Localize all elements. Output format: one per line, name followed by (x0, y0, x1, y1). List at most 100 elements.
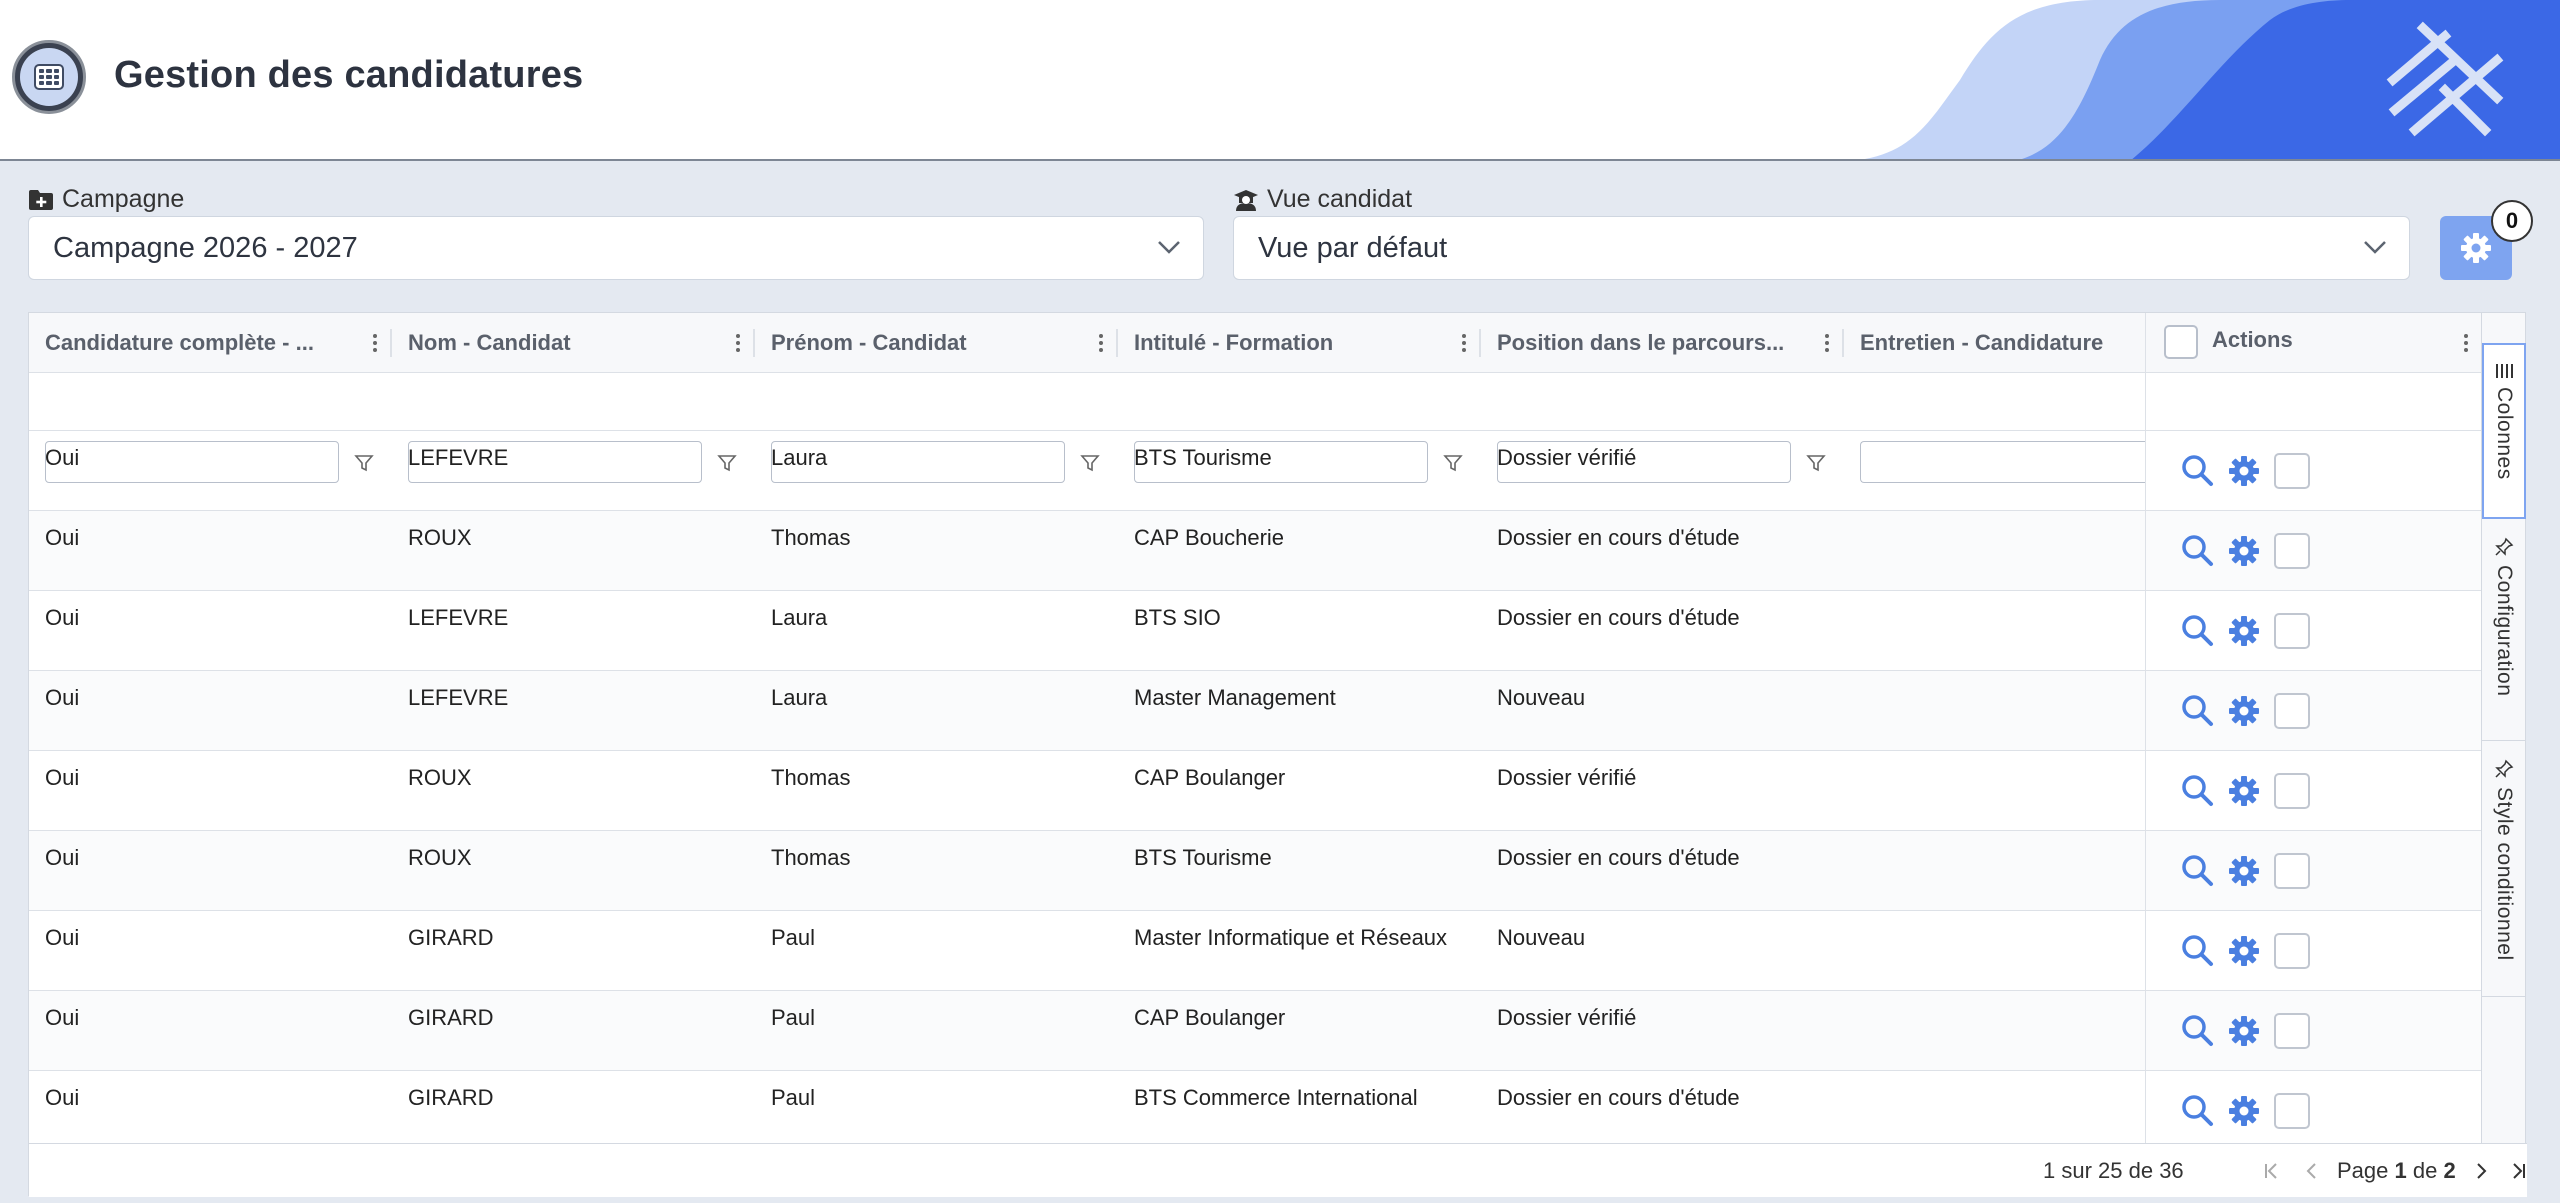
search-icon[interactable] (2180, 853, 2214, 887)
column-menu-icon[interactable] (735, 333, 741, 353)
cell-position: Dossier en cours d'étude (1497, 525, 1740, 550)
cell-complete: Oui (45, 845, 80, 870)
gear-icon[interactable] (2228, 775, 2260, 807)
gear-icon[interactable] (2228, 935, 2260, 967)
gear-icon[interactable] (2228, 855, 2260, 887)
select-all-checkbox[interactable] (2164, 325, 2198, 359)
search-icon[interactable] (2180, 773, 2214, 807)
table-row[interactable]: Oui GIRARD Paul BTS Commerce International D… (29, 1071, 2483, 1151)
view-label-text: Vue candidat (1267, 185, 1413, 213)
column-menu-icon[interactable] (1824, 333, 1830, 353)
search-icon[interactable] (2180, 1093, 2214, 1127)
table-row[interactable]: Oui ROUX Thomas CAP Boucherie Dossier en cou… (29, 511, 2483, 591)
gear-icon[interactable] (2228, 535, 2260, 567)
gear-icon[interactable] (2228, 1095, 2260, 1127)
search-icon[interactable] (2180, 1013, 2214, 1047)
search-icon[interactable] (2180, 933, 2214, 967)
column-header-label: Position dans le parcours... (1497, 330, 1785, 355)
gear-icon[interactable] (2228, 695, 2260, 727)
cross-logo-icon[interactable] (2385, 20, 2509, 144)
cell-formation: BTS SIO (1134, 605, 1221, 630)
actions-header-label: Actions (2212, 327, 2293, 352)
next-page-icon[interactable] (2470, 1160, 2492, 1182)
cell-complete: Oui (45, 525, 80, 550)
row-checkbox[interactable] (2274, 1093, 2310, 1129)
table-row[interactable]: Oui LEFEVRE Laura Master Management Nouveau (29, 671, 2483, 751)
columns-icon (2496, 364, 2513, 378)
row-actions (2145, 831, 2483, 911)
page-total: 2 (2443, 1158, 2456, 1183)
row-checkbox[interactable] (2274, 773, 2310, 809)
campaign-label: Campagne (28, 185, 184, 214)
column-header-nom[interactable]: Nom - Candidat (392, 313, 755, 373)
row-checkbox[interactable] (2274, 533, 2310, 569)
prev-page-icon[interactable] (2301, 1160, 2323, 1182)
cell-prenom: Laura (771, 685, 828, 710)
last-page-icon[interactable] (2507, 1160, 2529, 1182)
cell-nom: LEFEVRE (408, 685, 509, 710)
table-row[interactable]: Oui LEFEVRE Laura BTS SIO Dossier en cours d… (29, 591, 2483, 671)
column-header-label: Entretien - Candidature (1860, 330, 2104, 355)
gear-icon[interactable] (2228, 455, 2260, 487)
column-menu-icon[interactable] (1461, 333, 1467, 353)
table-row[interactable]: Oui LEFEVRE Laura BTS Tourisme Dossier vérif… (29, 431, 2483, 511)
row-checkbox[interactable] (2274, 933, 2310, 969)
tab-configuration[interactable]: Configuration (2482, 519, 2526, 741)
cell-nom: LEFEVRE (408, 445, 509, 470)
cell-prenom: Thomas (771, 525, 851, 550)
table-row[interactable]: Oui ROUX Thomas CAP Boulanger Dossier vérifi… (29, 751, 2483, 831)
campaign-select[interactable]: Campagne 2026 - 2027 (28, 216, 1204, 280)
column-menu-icon[interactable] (372, 333, 378, 353)
row-checkbox[interactable] (2274, 613, 2310, 649)
row-checkbox[interactable] (2274, 693, 2310, 729)
column-menu-icon[interactable] (2463, 333, 2469, 353)
cell-formation: CAP Boulanger (1134, 1005, 1286, 1030)
table-row[interactable]: Oui ROUX Thomas BTS Tourisme Dossier en cour… (29, 831, 2483, 911)
column-menu-icon[interactable] (1098, 333, 1104, 353)
row-actions (2145, 671, 2483, 751)
column-header-position[interactable]: Position dans le parcours... (1481, 313, 1844, 373)
column-header-entretien[interactable]: Entretien - Candidature (1844, 313, 2145, 373)
column-header-label: Candidature complète - ... (45, 330, 314, 355)
row-checkbox[interactable] (2274, 1013, 2310, 1049)
cell-formation: CAP Boulanger (1134, 765, 1286, 790)
grid-header-row: Candidature complète - ... Nom - Candida… (29, 313, 2483, 373)
first-page-icon[interactable] (2261, 1160, 2283, 1182)
tab-label: Style conditionnel (2493, 787, 2516, 961)
cell-prenom: Paul (771, 1005, 816, 1030)
row-actions (2145, 591, 2483, 671)
cell-position: Dossier vérifié (1497, 1005, 1637, 1030)
data-grid: Candidature complète - ... Nom - Candida… (28, 312, 2527, 1197)
cell-complete: Oui (45, 925, 80, 950)
search-icon[interactable] (2180, 533, 2214, 567)
search-icon[interactable] (2180, 613, 2214, 647)
tab-colonnes[interactable]: Colonnes (2482, 343, 2526, 519)
table-row[interactable]: Oui GIRARD Paul CAP Boulanger Dossier vérifi… (29, 991, 2483, 1071)
app-grid-icon[interactable] (12, 40, 86, 114)
grid-footer: 1 sur 25 de 36 Page 1 de 2 (29, 1143, 2527, 1197)
page-indicator: Page 1 de 2 (2337, 1158, 2456, 1184)
column-header-label: Prénom - Candidat (771, 330, 967, 355)
view-select[interactable]: Vue par défaut (1233, 216, 2410, 280)
pin-icon (2495, 759, 2514, 778)
page-current: 1 (2394, 1158, 2407, 1183)
gear-icon[interactable] (2228, 615, 2260, 647)
gear-icon[interactable] (2228, 1015, 2260, 1047)
search-icon[interactable] (2180, 453, 2214, 487)
campaign-select-value: Campagne 2026 - 2027 (53, 231, 358, 264)
gear-icon (2461, 233, 2491, 263)
cell-position: Dossier en cours d'étude (1497, 605, 1740, 630)
column-header-prenom[interactable]: Prénom - Candidat (755, 313, 1118, 373)
tab-style-conditionnel[interactable]: Style conditionnel (2482, 741, 2526, 997)
row-checkbox[interactable] (2274, 853, 2310, 889)
campaign-label-text: Campagne (62, 185, 185, 213)
search-icon[interactable] (2180, 693, 2214, 727)
row-checkbox[interactable] (2274, 453, 2310, 489)
cell-position: Dossier en cours d'étude (1497, 845, 1740, 870)
cell-nom: ROUX (408, 845, 472, 870)
table-row[interactable]: Oui GIRARD Paul Master Informatique et Rése… (29, 911, 2483, 991)
column-header-complete[interactable]: Candidature complète - ... (29, 313, 392, 373)
cell-formation: CAP Boucherie (1134, 525, 1285, 550)
column-header-formation[interactable]: Intitulé - Formation (1118, 313, 1481, 373)
settings-badge: 0 (2491, 200, 2533, 242)
